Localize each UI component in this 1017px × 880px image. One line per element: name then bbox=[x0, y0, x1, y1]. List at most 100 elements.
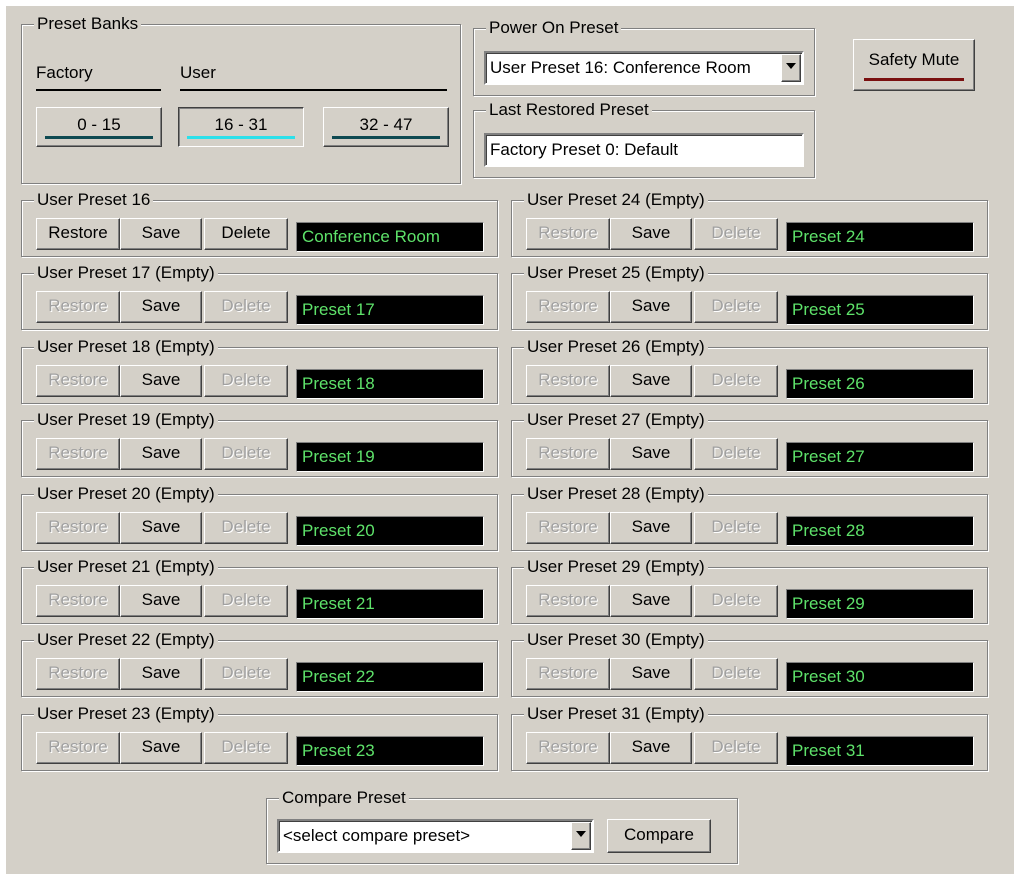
preset-name-field[interactable]: Preset 18 bbox=[296, 369, 484, 399]
save-button[interactable]: Save bbox=[610, 732, 692, 764]
delete-button[interactable]: Delete bbox=[694, 365, 778, 397]
user-preset-title: User Preset 18 (Empty) bbox=[34, 336, 218, 358]
user-preset-title: User Preset 19 (Empty) bbox=[34, 409, 218, 431]
compare-preset-value: <select compare preset> bbox=[283, 826, 471, 845]
save-button[interactable]: Save bbox=[610, 585, 692, 617]
restore-button[interactable]: Restore bbox=[36, 732, 120, 764]
preset-name-field[interactable]: Preset 22 bbox=[296, 662, 484, 692]
preset-name-field[interactable]: Preset 26 bbox=[786, 369, 974, 399]
restore-button[interactable]: Restore bbox=[526, 512, 610, 544]
save-button[interactable]: Save bbox=[610, 438, 692, 470]
factory-label: Factory bbox=[36, 63, 93, 82]
save-button[interactable]: Save bbox=[610, 512, 692, 544]
save-button[interactable]: Save bbox=[120, 291, 202, 323]
delete-button[interactable]: Delete bbox=[694, 291, 778, 323]
restore-button[interactable]: Restore bbox=[36, 365, 120, 397]
preset-name-field[interactable]: Conference Room bbox=[296, 222, 484, 252]
save-button[interactable]: Save bbox=[120, 365, 202, 397]
restore-button[interactable]: Restore bbox=[526, 585, 610, 617]
bank-button-16-31[interactable]: 16 - 31 bbox=[178, 107, 304, 147]
delete-button[interactable]: Delete bbox=[204, 438, 288, 470]
delete-button[interactable]: Delete bbox=[204, 291, 288, 323]
delete-button[interactable]: Delete bbox=[204, 585, 288, 617]
save-button[interactable]: Save bbox=[610, 291, 692, 323]
delete-button[interactable]: Delete bbox=[694, 585, 778, 617]
preset-name-field[interactable]: Preset 27 bbox=[786, 442, 974, 472]
preset-name-field[interactable]: Preset 24 bbox=[786, 222, 974, 252]
restore-button[interactable]: Restore bbox=[36, 218, 120, 250]
preset-name-field[interactable]: Preset 31 bbox=[786, 736, 974, 766]
save-button[interactable]: Save bbox=[120, 218, 202, 250]
preset-name-field[interactable]: Preset 29 bbox=[786, 589, 974, 619]
restore-button[interactable]: Restore bbox=[36, 438, 120, 470]
user-preset-group: User Preset 30 (Empty) Restore Save Delete P… bbox=[511, 629, 988, 697]
bank-indicator bbox=[332, 136, 440, 139]
save-button[interactable]: Save bbox=[610, 365, 692, 397]
last-restored-preset-title: Last Restored Preset bbox=[486, 99, 652, 121]
preset-name-field[interactable]: Preset 23 bbox=[296, 736, 484, 766]
delete-button[interactable]: Delete bbox=[204, 365, 288, 397]
user-preset-group: User Preset 27 (Empty) Restore Save Delete P… bbox=[511, 409, 988, 477]
preset-name-field[interactable]: Preset 20 bbox=[296, 516, 484, 546]
delete-button[interactable]: Delete bbox=[694, 512, 778, 544]
delete-button[interactable]: Delete bbox=[694, 658, 778, 690]
delete-button[interactable]: Delete bbox=[204, 218, 288, 250]
safety-mute-button[interactable]: Safety Mute bbox=[853, 39, 975, 91]
restore-button[interactable]: Restore bbox=[36, 291, 120, 323]
restore-button[interactable]: Restore bbox=[36, 512, 120, 544]
power-on-preset-group: Power On Preset User Preset 16: Conferen… bbox=[473, 17, 815, 96]
preset-name-field[interactable]: Preset 19 bbox=[296, 442, 484, 472]
compare-preset-select[interactable]: <select compare preset> bbox=[277, 819, 594, 853]
dropdown-arrow-icon[interactable] bbox=[781, 54, 801, 82]
user-preset-group: User Preset 29 (Empty) Restore Save Delete P… bbox=[511, 556, 988, 624]
save-button[interactable]: Save bbox=[120, 658, 202, 690]
preset-name-field[interactable]: Preset 30 bbox=[786, 662, 974, 692]
save-button[interactable]: Save bbox=[610, 658, 692, 690]
preset-name-field[interactable]: Preset 28 bbox=[786, 516, 974, 546]
preset-name-field[interactable]: Preset 25 bbox=[786, 295, 974, 325]
preset-name-field[interactable]: Preset 21 bbox=[296, 589, 484, 619]
restore-button[interactable]: Restore bbox=[36, 585, 120, 617]
preset-banks-title: Preset Banks bbox=[34, 13, 142, 35]
user-preset-title: User Preset 24 (Empty) bbox=[524, 189, 708, 211]
user-preset-group: User Preset 24 (Empty) Restore Save Delete P… bbox=[511, 189, 988, 257]
save-button[interactable]: Save bbox=[610, 218, 692, 250]
restore-button[interactable]: Restore bbox=[526, 438, 610, 470]
user-preset-group: User Preset 23 (Empty) Restore Save Delete P… bbox=[21, 703, 498, 771]
user-preset-title: User Preset 26 (Empty) bbox=[524, 336, 708, 358]
delete-button[interactable]: Delete bbox=[694, 732, 778, 764]
user-preset-title: User Preset 16 bbox=[34, 189, 154, 211]
compare-button[interactable]: Compare bbox=[607, 819, 711, 853]
delete-button[interactable]: Delete bbox=[204, 658, 288, 690]
user-preset-group: User Preset 31 (Empty) Restore Save Delete P… bbox=[511, 703, 988, 771]
preset-name-field[interactable]: Preset 17 bbox=[296, 295, 484, 325]
bank-button-label: 0 - 15 bbox=[77, 115, 121, 134]
bank-button-0-15[interactable]: 0 - 15 bbox=[36, 107, 162, 147]
save-button[interactable]: Save bbox=[120, 438, 202, 470]
restore-button[interactable]: Restore bbox=[526, 732, 610, 764]
bank-indicator bbox=[45, 136, 153, 139]
safety-mute-label: Safety Mute bbox=[868, 50, 960, 69]
user-preset-title: User Preset 20 (Empty) bbox=[34, 483, 218, 505]
bank-indicator-active bbox=[187, 136, 295, 139]
user-label: User bbox=[180, 63, 216, 82]
delete-button[interactable]: Delete bbox=[694, 218, 778, 250]
user-preset-group: User Preset 17 (Empty) Restore Save Delete P… bbox=[21, 262, 498, 330]
save-button[interactable]: Save bbox=[120, 732, 202, 764]
restore-button[interactable]: Restore bbox=[36, 658, 120, 690]
bank-button-32-47[interactable]: 32 - 47 bbox=[323, 107, 449, 147]
save-button[interactable]: Save bbox=[120, 512, 202, 544]
power-on-preset-select[interactable]: User Preset 16: Conference Room bbox=[484, 51, 804, 85]
user-divider bbox=[180, 89, 447, 91]
delete-button[interactable]: Delete bbox=[694, 438, 778, 470]
delete-button[interactable]: Delete bbox=[204, 512, 288, 544]
delete-button[interactable]: Delete bbox=[204, 732, 288, 764]
restore-button[interactable]: Restore bbox=[526, 365, 610, 397]
user-preset-title: User Preset 21 (Empty) bbox=[34, 556, 218, 578]
dropdown-arrow-icon[interactable] bbox=[571, 822, 591, 850]
restore-button[interactable]: Restore bbox=[526, 291, 610, 323]
restore-button[interactable]: Restore bbox=[526, 658, 610, 690]
save-button[interactable]: Save bbox=[120, 585, 202, 617]
user-preset-title: User Preset 22 (Empty) bbox=[34, 629, 218, 651]
restore-button[interactable]: Restore bbox=[526, 218, 610, 250]
